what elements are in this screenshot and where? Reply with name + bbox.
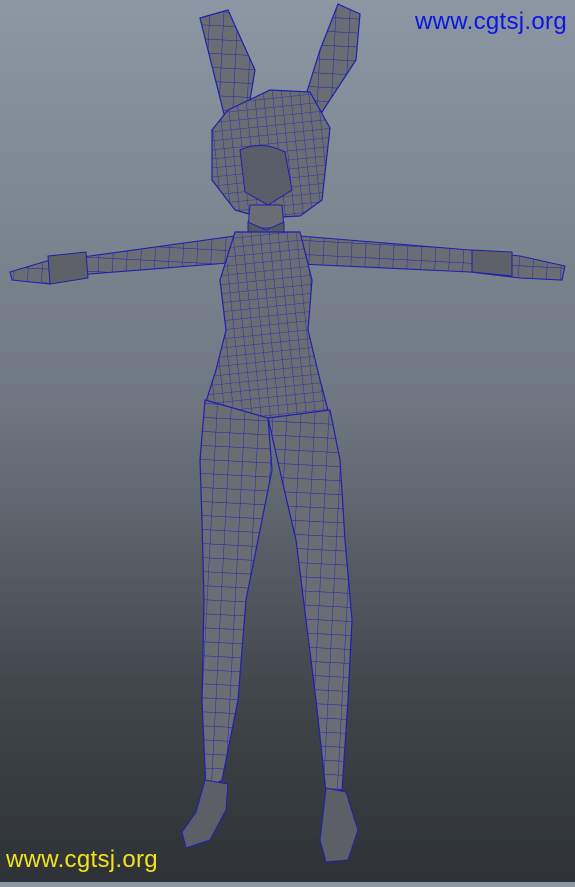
watermark-bottom: www.cgtsj.org [6,846,158,873]
leg-right [267,409,353,793]
character-model[interactable] [0,0,575,882]
leg-left [199,399,273,792]
3d-viewport[interactable]: www.cgtsj.org www.cgtsj.org [0,0,575,882]
head [211,89,331,219]
shoe-left [181,779,229,849]
arm-left [9,235,241,285]
watermark-top: www.cgtsj.org [415,8,567,35]
arm-right [299,235,566,281]
rabbit-ear-right [304,3,361,113]
shoe-right [319,787,359,863]
